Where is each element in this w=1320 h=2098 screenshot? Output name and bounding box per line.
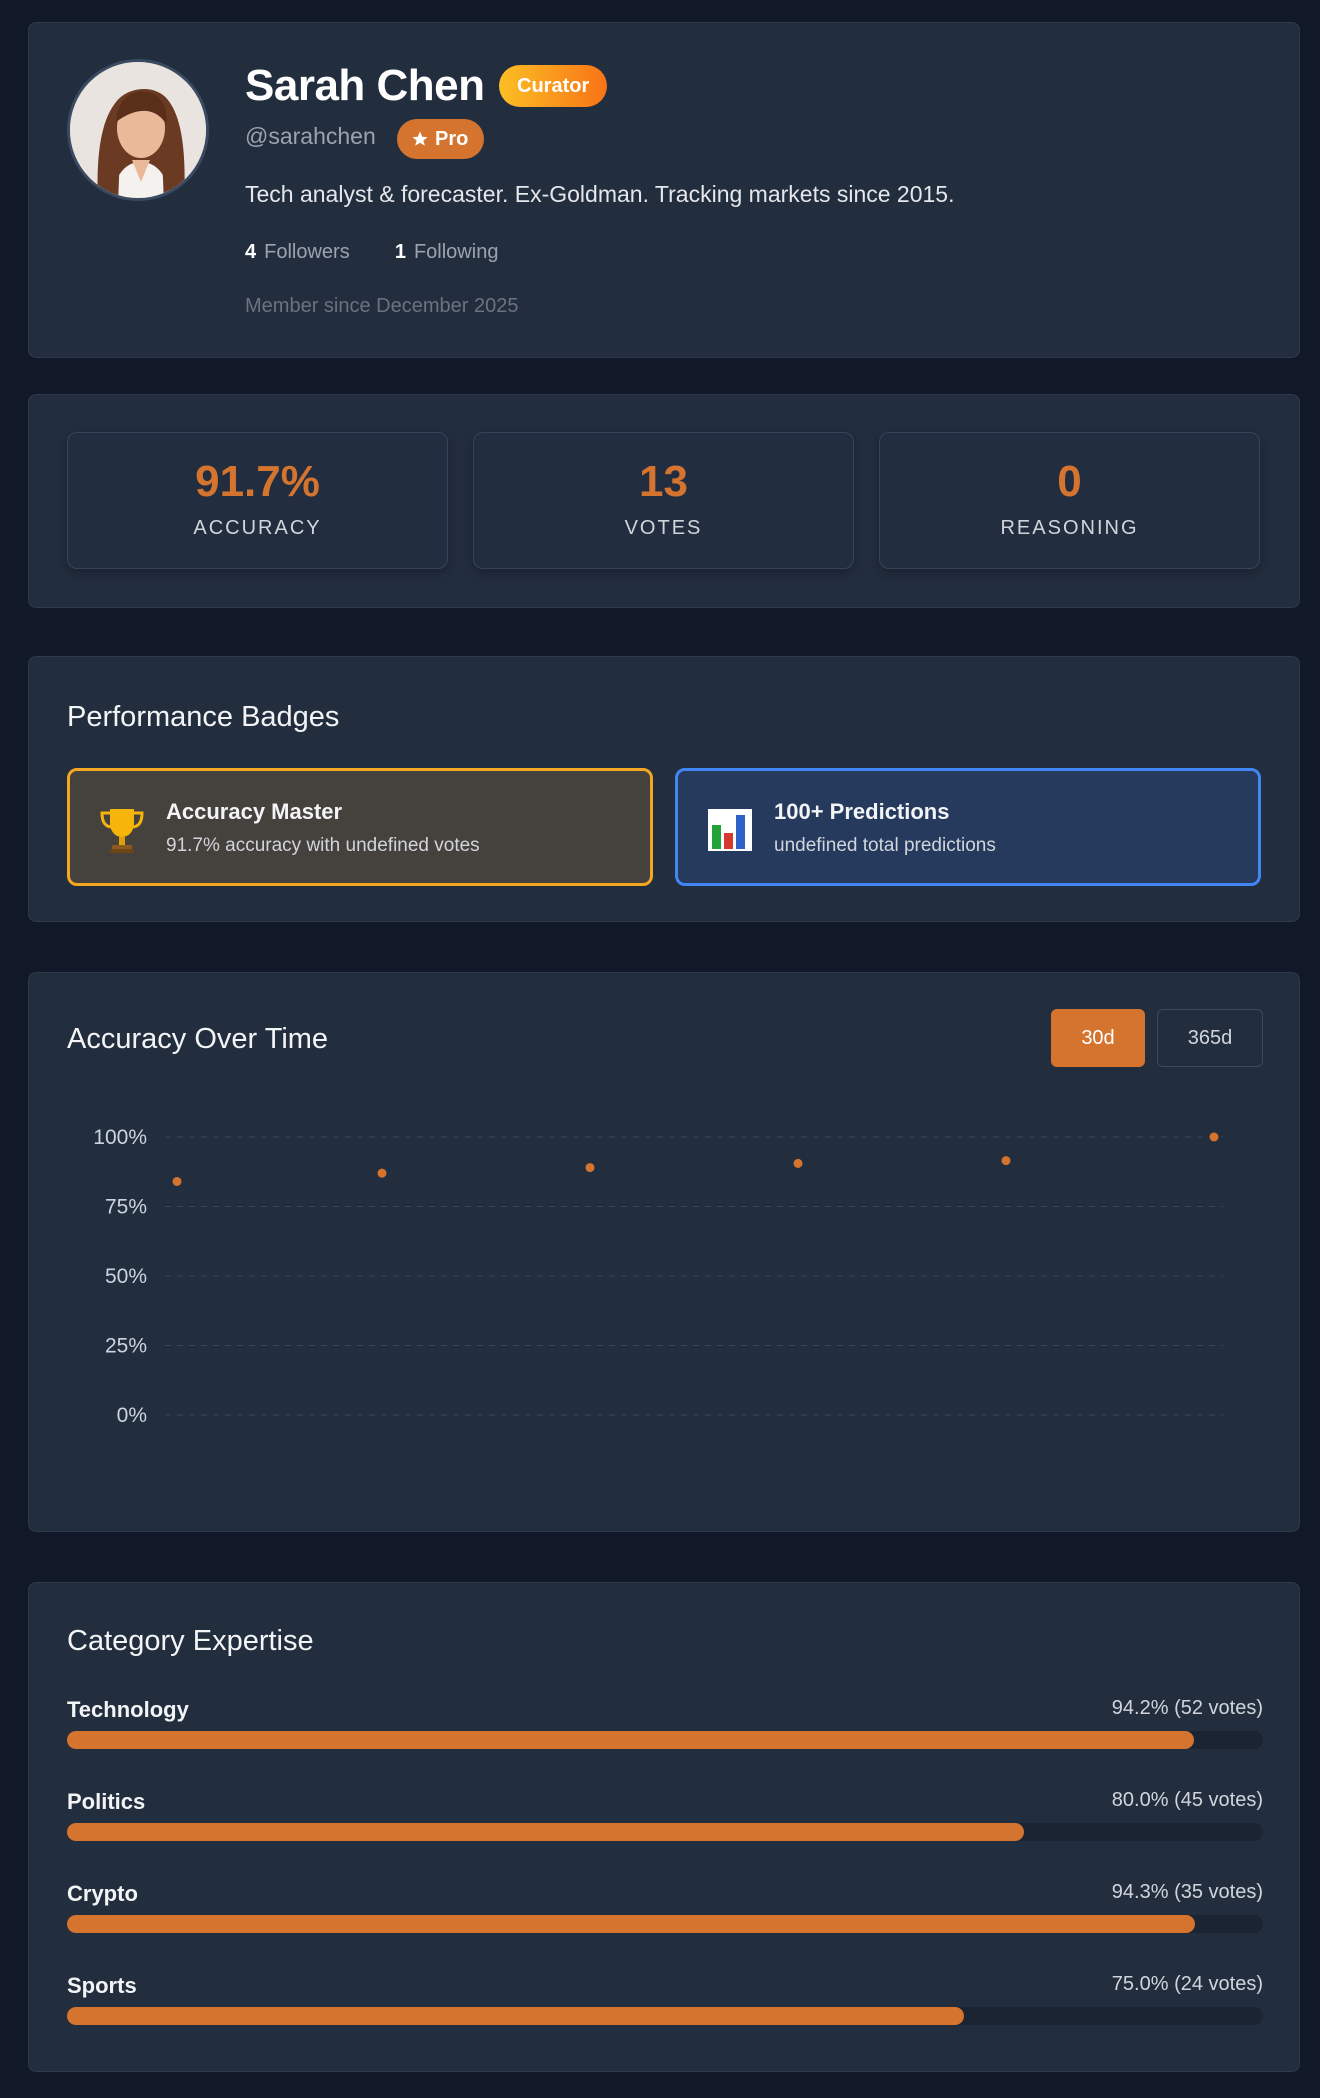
badge-title: 100+ Predictions bbox=[774, 799, 950, 824]
category-name: Technology bbox=[67, 1697, 189, 1722]
category-stat: 75.0% (24 votes) bbox=[1111, 1973, 1263, 1995]
followers-label: Followers bbox=[264, 241, 350, 263]
progress-fill bbox=[67, 2007, 964, 2025]
y-tick-label: 100% bbox=[93, 1126, 147, 1149]
category-name: Crypto bbox=[67, 1881, 138, 1906]
accuracy-chart: 100% 75% 50% 25% 0% bbox=[93, 1126, 1223, 1427]
reasoning-stat: 0 REASONING bbox=[879, 432, 1260, 569]
data-point[interactable] bbox=[585, 1163, 595, 1173]
progress-track bbox=[67, 1915, 1263, 1933]
data-point[interactable] bbox=[1209, 1132, 1219, 1142]
category-stat: 80.0% (45 votes) bbox=[1111, 1789, 1263, 1811]
trophy-icon bbox=[100, 809, 144, 853]
progress-fill bbox=[67, 1823, 1024, 1841]
bar-chart-icon bbox=[708, 809, 752, 851]
category-stat: 94.3% (35 votes) bbox=[1111, 1881, 1263, 1903]
section-title: Performance Badges bbox=[67, 701, 340, 733]
profile-bio: Tech analyst & forecaster. Ex-Goldman. T… bbox=[245, 181, 955, 207]
predictions-badge: 100+ Predictions undefined total predict… bbox=[675, 768, 1261, 886]
progress-track bbox=[67, 2007, 1263, 2025]
profile-name: Sarah Chen bbox=[245, 61, 485, 110]
star-icon bbox=[412, 131, 428, 146]
category-expertise-card: Category Expertise Technology 94.2% (52 … bbox=[28, 1582, 1300, 2072]
y-tick-label: 25% bbox=[105, 1335, 147, 1358]
following-count: 1 bbox=[394, 241, 406, 263]
performance-badges-card: Performance Badges Accuracy Master 91.7%… bbox=[28, 656, 1300, 922]
badge-subtitle: 91.7% accuracy with undefined votes bbox=[166, 835, 480, 856]
category-row: Technology 94.2% (52 votes) bbox=[67, 1697, 1263, 1767]
followers-link[interactable]: 4 Followers bbox=[245, 241, 350, 263]
badge-title: Accuracy Master bbox=[166, 799, 343, 824]
progress-track bbox=[67, 1731, 1263, 1749]
stat-value: 91.7% bbox=[195, 457, 320, 506]
category-name: Sports bbox=[67, 1973, 137, 1998]
follow-stats: 4 Followers 1 Following bbox=[245, 241, 498, 264]
data-point[interactable] bbox=[1001, 1156, 1011, 1166]
progress-fill bbox=[67, 1731, 1194, 1749]
votes-stat: 13 VOTES bbox=[473, 432, 854, 569]
accuracy-stat: 91.7% ACCURACY bbox=[67, 432, 448, 569]
category-row: Crypto 94.3% (35 votes) bbox=[67, 1881, 1263, 1951]
category-name: Politics bbox=[67, 1789, 146, 1814]
data-point[interactable] bbox=[172, 1176, 182, 1186]
stat-value: 0 bbox=[1057, 457, 1082, 506]
y-tick-label: 50% bbox=[105, 1265, 147, 1288]
avatar bbox=[67, 59, 209, 201]
stats-card: 91.7% ACCURACY 13 VOTES 0 REASONING bbox=[28, 394, 1300, 608]
pro-badge-label: Pro bbox=[435, 128, 469, 150]
stat-label: ACCURACY bbox=[193, 517, 322, 539]
category-row: Politics 80.0% (45 votes) bbox=[67, 1789, 1263, 1859]
data-point[interactable] bbox=[793, 1158, 803, 1168]
profile-handle: @sarahchen bbox=[245, 123, 376, 149]
stat-label: REASONING bbox=[1000, 517, 1139, 539]
progress-fill bbox=[67, 1915, 1195, 1933]
pro-badge: Pro bbox=[397, 119, 485, 159]
section-title: Category Expertise bbox=[67, 1625, 314, 1657]
y-tick-label: 75% bbox=[105, 1196, 147, 1219]
following-link[interactable]: 1 Following bbox=[395, 241, 499, 263]
y-tick-label: 0% bbox=[117, 1404, 147, 1427]
profile-page: Sarah Chen Curator @sarahchen Pro Tech a… bbox=[0, 0, 1320, 2098]
stat-value: 13 bbox=[639, 457, 688, 506]
following-label: Following bbox=[413, 241, 499, 263]
profile-card: Sarah Chen Curator @sarahchen Pro Tech a… bbox=[28, 22, 1300, 358]
category-row: Sports 75.0% (24 votes) bbox=[67, 1973, 1263, 2043]
badge-subtitle: undefined total predictions bbox=[774, 835, 996, 856]
category-stat: 94.2% (52 votes) bbox=[1111, 1697, 1263, 1719]
avatar-photo bbox=[70, 62, 206, 198]
progress-track bbox=[67, 1823, 1263, 1841]
stat-label: VOTES bbox=[624, 517, 703, 539]
accuracy-master-badge: Accuracy Master 91.7% accuracy with unde… bbox=[67, 768, 653, 886]
curator-badge: Curator bbox=[499, 65, 608, 107]
accuracy-chart-card: Accuracy Over Time 30d 365d 100% 75% 50% 25… bbox=[28, 972, 1300, 1532]
member-since: Member since December 2025 bbox=[245, 295, 519, 317]
data-point[interactable] bbox=[377, 1168, 387, 1178]
followers-count: 4 bbox=[245, 241, 257, 263]
